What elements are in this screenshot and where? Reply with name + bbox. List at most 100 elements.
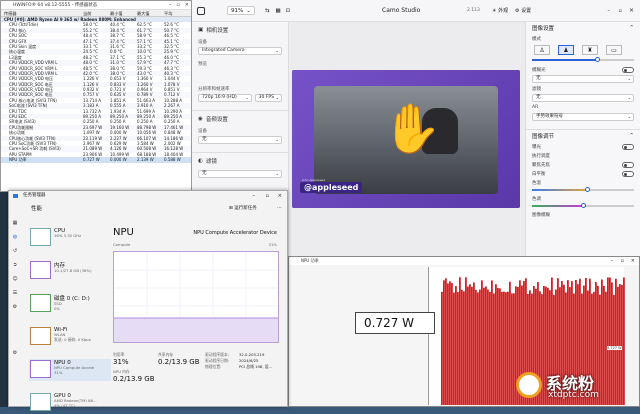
npu-power-bar xyxy=(493,293,495,405)
fps-value: 30 FPS xyxy=(258,95,274,100)
processes-icon[interactable]: ▦ xyxy=(12,220,18,226)
npu-power-bar xyxy=(503,291,505,405)
users-icon[interactable]: ☺ xyxy=(12,276,18,282)
blur-select[interactable]: 无 ⌄ xyxy=(532,75,634,83)
zoom-dropdown[interactable]: 91% ⌄ xyxy=(227,6,255,15)
npu-power-bar xyxy=(455,286,457,405)
minimize-icon[interactable]: – xyxy=(253,191,256,201)
resolution-select[interactable]: 720p 16:9 (HD) ⌄ xyxy=(198,94,252,102)
sensor-name: NPU 功率 xyxy=(9,157,27,163)
minimize-icon[interactable]: – xyxy=(169,2,172,8)
settings-button[interactable]: ⚙ 设置 xyxy=(515,7,531,14)
camera-preview[interactable]: ✋ @appleseed John Appleseed xyxy=(292,70,520,208)
more-options-icon[interactable]: ⋯ xyxy=(277,205,282,211)
app-history-icon[interactable]: ↺ xyxy=(12,248,18,254)
column-header[interactable]: 最大值 xyxy=(137,10,164,16)
grid-icon[interactable]: ▦ xyxy=(275,8,280,14)
crop-icon[interactable]: ⊡ xyxy=(286,8,291,14)
auto-exposure-row: 执行调度 xyxy=(526,151,640,160)
hwinfo-title: HWiNFO® 64 v8.12-5555 - 传感器状态 xyxy=(1,1,191,10)
close-icon[interactable]: × xyxy=(278,191,282,201)
npu-power-readout: 0.727 W xyxy=(355,312,435,334)
maximize-icon[interactable]: ▫ xyxy=(266,191,269,201)
device-item[interactable]: CPU 16% 3.30 GHz xyxy=(29,227,111,249)
flip-icon[interactable]: ⇆ xyxy=(265,8,270,14)
chevron-down-icon: ⌄ xyxy=(245,95,249,100)
npu-power-bar xyxy=(499,288,501,405)
white-balance-label: 白平衡 xyxy=(532,171,546,177)
tint-slider[interactable] xyxy=(532,203,634,208)
close-icon[interactable]: × xyxy=(629,7,634,14)
column-header[interactable]: 最小值 xyxy=(110,10,137,16)
startup-apps-icon[interactable]: ➲ xyxy=(12,262,18,268)
maximize-icon[interactable]: ▫ xyxy=(619,8,622,14)
chevron-down-icon: ⌄ xyxy=(246,7,251,14)
watermark-logo-icon xyxy=(516,372,542,398)
close-icon[interactable]: × xyxy=(185,2,189,8)
device-item[interactable]: Wi-Fi WLAN 发送: 0 接收: 0 Kbps xyxy=(29,326,111,348)
npu-power-bar xyxy=(457,292,459,405)
sensor-value: 2.139 W xyxy=(137,157,154,163)
services-icon[interactable]: ⚙ xyxy=(12,304,18,310)
focus-toggle[interactable] xyxy=(622,161,634,168)
person-mode-icon[interactable]: ♟ xyxy=(558,45,574,55)
npu-power-bar xyxy=(483,287,485,405)
npu-power-bar xyxy=(473,282,475,405)
performance-device-list: CPU 16% 3.30 GHz 内存 10.1/27.8 GB (36%) 磁盘 0 … xyxy=(29,227,111,411)
auto-exposure-label: 执行调度 xyxy=(532,153,550,159)
camera-settings-header[interactable]: ▣ 相机设置 xyxy=(198,26,282,34)
lighting-select[interactable]: 无 ⌄ xyxy=(532,94,634,102)
chevron-down-icon: ⌄ xyxy=(275,171,279,176)
details-icon[interactable]: ☰ xyxy=(12,290,18,296)
mode-text: 模式 xyxy=(532,36,541,42)
npu-power-bar xyxy=(465,277,467,405)
chevron-down-icon: ⌄ xyxy=(627,95,631,100)
column-header[interactable]: 传感器 xyxy=(1,10,83,16)
portrait-mode-icon[interactable]: ♙ xyxy=(534,45,550,55)
audio-device-select[interactable]: 无 ⌄ xyxy=(198,136,282,144)
white-balance-toggle[interactable] xyxy=(622,170,634,177)
npu-window-title: NPU 功率 xyxy=(289,257,639,265)
minimize-icon[interactable]: – xyxy=(611,257,614,265)
sensor-row[interactable]: NPU 功率 0.727 W 0.000 W 2.139 W 0.588 W xyxy=(1,157,191,163)
performance-icon[interactable]: ◍ xyxy=(12,234,18,240)
audio-settings-header[interactable]: ◉ 音频设置 xyxy=(198,115,282,123)
npu-usage-graph xyxy=(113,251,279,343)
run-new-task-button[interactable]: ⊞ 运行新任务 xyxy=(229,205,257,211)
npu-detail-panel: NPU NPU Compute Accelerator Device Compu… xyxy=(113,227,283,405)
device-item[interactable]: 磁盘 0 (C: D:) SSD 0% xyxy=(29,293,111,315)
camera-device-value: Integrated Camera xyxy=(202,48,245,53)
npu-power-bar xyxy=(469,284,471,405)
device-item[interactable]: NPU 0 NPU Compute Accele 31% xyxy=(29,359,111,381)
close-icon[interactable]: × xyxy=(631,257,635,265)
filter-select[interactable]: 无 ⌄ xyxy=(198,170,282,178)
filters-header[interactable]: ◐ 滤镜 xyxy=(198,157,282,165)
device-thumbnail-graph xyxy=(30,360,51,378)
exposure-toggle[interactable] xyxy=(622,143,634,150)
column-header[interactable]: 平均 xyxy=(164,10,191,16)
camera-device-select[interactable]: Integrated Camera ⌄ xyxy=(198,47,282,55)
minimize-icon[interactable]: – xyxy=(608,8,611,14)
npu-power-bar xyxy=(509,281,511,405)
app-title: Camo Studio xyxy=(382,7,421,14)
appearance-button[interactable]: ☀ 外观 xyxy=(492,7,508,14)
device-item[interactable]: GPU 0 AMD Radeon(TM) 88... 4% (47 °C) xyxy=(29,392,111,414)
npu-power-bar xyxy=(507,291,509,405)
settings-icon[interactable]: ⚙ xyxy=(12,350,18,356)
ar-select[interactable]: 手势效果符号 ⌄ xyxy=(532,113,634,121)
maximize-icon[interactable]: ▫ xyxy=(176,2,179,8)
blur-toggle[interactable] xyxy=(622,66,634,73)
tint-row: 色调 xyxy=(526,194,640,203)
group-mode-icon[interactable]: ♜ xyxy=(582,45,598,55)
maximize-icon[interactable]: ▫ xyxy=(621,257,624,265)
fps-select[interactable]: 30 FPS ⌄ xyxy=(254,94,282,102)
audio-device-value: 无 xyxy=(202,137,207,142)
mode-slider[interactable] xyxy=(532,57,634,62)
column-header[interactable]: 当前 xyxy=(83,10,110,16)
color-temp-slider[interactable] xyxy=(532,187,634,192)
image-settings-header[interactable]: 图像设置 ⌃ xyxy=(526,22,640,34)
landscape-mode-icon[interactable]: ▭ xyxy=(606,45,622,55)
image-adjust-header[interactable]: 图像调节 ⌃ xyxy=(526,130,640,142)
sidebar-toggle-icon[interactable] xyxy=(197,6,205,15)
device-item[interactable]: 内存 10.1/27.8 GB (36%) xyxy=(29,260,111,282)
